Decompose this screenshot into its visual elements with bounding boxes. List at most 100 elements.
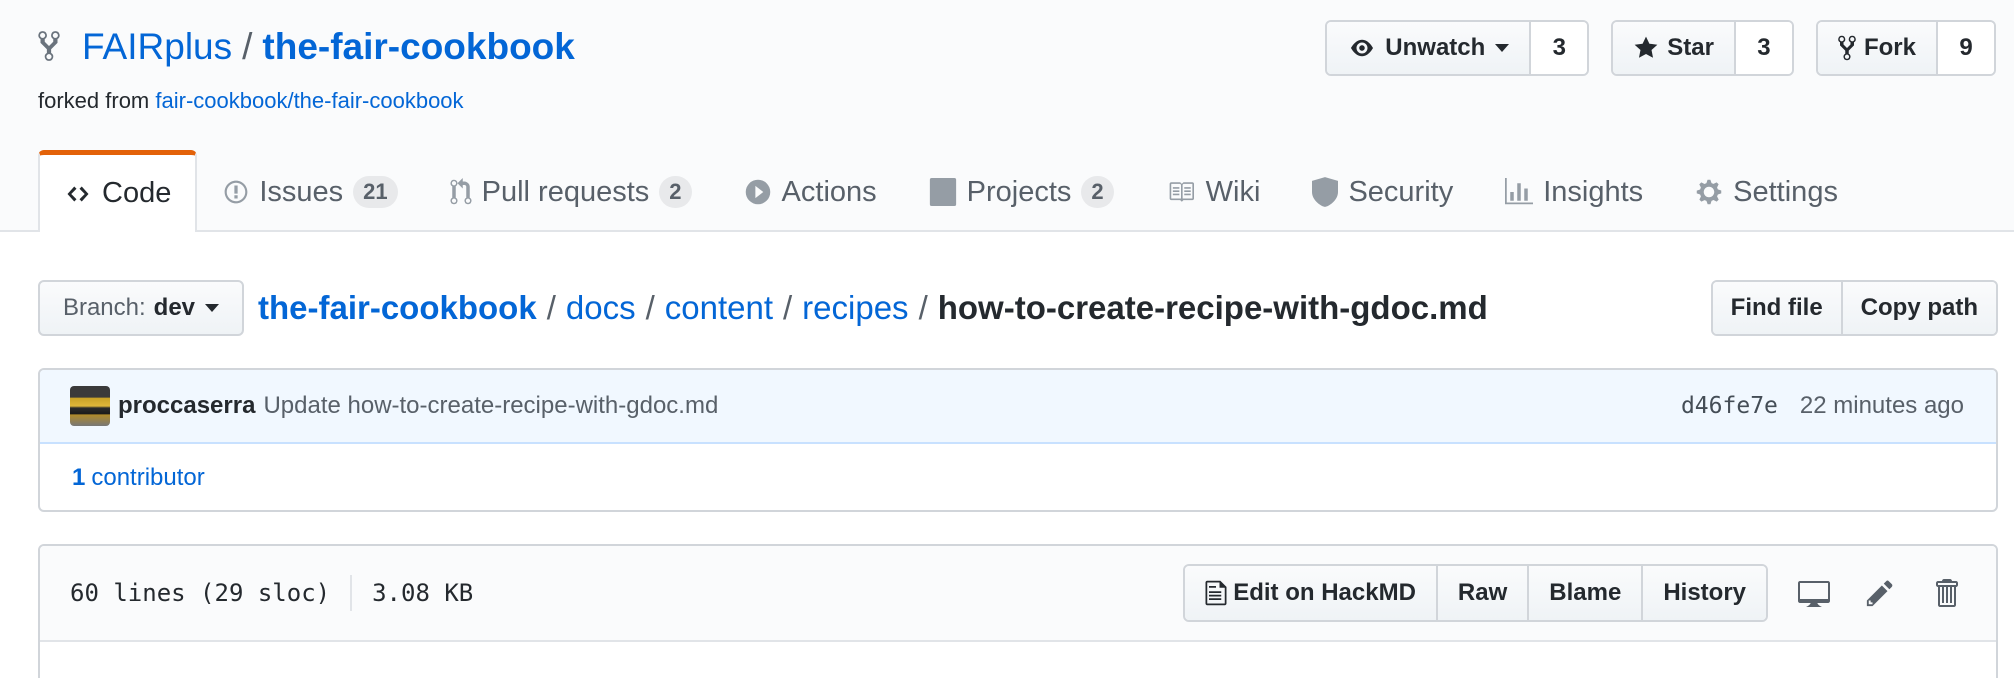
graph-icon <box>1505 178 1534 205</box>
breadcrumb-current-file: how-to-create-recipe-with-gdoc.md <box>937 289 1488 326</box>
contributors-label: contributor <box>91 464 205 491</box>
commit-message-link[interactable]: Update how-to-create-recipe-with-gdoc.md <box>263 392 718 420</box>
tab-projects-label: Projects <box>966 175 1072 208</box>
file-info: 60 lines (29 sloc) 3.08 KB <box>70 575 473 611</box>
forked-from-note: forked from fair-cookbook/the-fair-cookb… <box>38 88 464 114</box>
desktop-icon[interactable] <box>1794 573 1834 613</box>
watch-group: Unwatch 3 <box>1325 20 1590 76</box>
repo-title: FAIRplus / the-fair-cookbook <box>38 22 575 72</box>
tab-pull-requests[interactable]: Pull requests 2 <box>424 150 718 232</box>
tab-projects[interactable]: Projects 2 <box>903 150 1140 232</box>
commit-author-link[interactable]: proccaserra <box>118 392 255 420</box>
tab-pull-requests-label: Pull requests <box>481 175 650 208</box>
history-button[interactable]: History <box>1641 566 1766 620</box>
find-file-button[interactable]: Find file <box>1712 282 1841 334</box>
forked-from-prefix: forked from <box>38 88 150 113</box>
shield-icon <box>1312 177 1339 207</box>
star-group: Star 3 <box>1611 20 1794 76</box>
branch-select-button[interactable]: Branch: dev <box>38 280 244 336</box>
unwatch-button[interactable]: Unwatch <box>1327 22 1532 74</box>
projects-counter: 2 <box>1081 175 1114 209</box>
tab-code-label: Code <box>102 177 172 209</box>
file-actions: Edit on HackMD Raw Blame History <box>1183 564 1966 622</box>
tab-issues[interactable]: Issues 21 <box>197 150 423 232</box>
repo-owner-link[interactable]: FAIRplus <box>82 26 232 68</box>
file-info-divider <box>350 575 353 611</box>
breadcrumb-docs-link[interactable]: docs <box>566 289 636 327</box>
forked-from-link[interactable]: fair-cookbook/the-fair-cookbook <box>155 88 463 113</box>
breadcrumb: the-fair-cookbook / docs / content / rec… <box>258 286 1488 330</box>
breadcrumb-content-link[interactable]: content <box>665 289 773 327</box>
eye-icon <box>1351 39 1374 57</box>
repo-actions: Unwatch 3 Star 3 Fork 9 <box>1325 20 1996 76</box>
chevron-down-icon <box>1495 44 1510 52</box>
contributors-summary[interactable]: 1 contributor <box>40 444 1996 510</box>
repo-header: FAIRplus / the-fair-cookbook forked from… <box>0 0 2014 232</box>
tab-actions[interactable]: Actions <box>718 150 903 232</box>
edit-on-hackmd-label: Edit on HackMD <box>1233 579 1416 606</box>
trash-icon[interactable] <box>1926 573 1966 613</box>
star-button[interactable]: Star <box>1613 22 1736 74</box>
commit-age: 22 minutes ago <box>1799 392 1964 419</box>
avatar[interactable] <box>70 386 110 426</box>
edit-on-hackmd-button[interactable]: Edit on HackMD <box>1185 566 1436 620</box>
book-icon <box>1169 182 1194 202</box>
file-action-buttons: Edit on HackMD Raw Blame History <box>1183 564 1768 622</box>
pull-requests-counter: 2 <box>659 175 692 209</box>
contributors-count: 1 <box>72 464 86 491</box>
breadcrumb-separator: / <box>918 289 928 326</box>
file-icon <box>1205 580 1227 606</box>
code-icon <box>67 186 89 201</box>
file-lines-info: 60 lines (29 sloc) <box>70 579 331 607</box>
copy-path-button[interactable]: Copy path <box>1840 282 1996 334</box>
repo-forked-icon <box>38 29 62 65</box>
tab-insights[interactable]: Insights <box>1479 150 1669 232</box>
stargazers-count[interactable]: 3 <box>1735 22 1792 74</box>
breadcrumb-root-link[interactable]: the-fair-cookbook <box>258 289 537 327</box>
tab-wiki[interactable]: Wiki <box>1140 150 1287 232</box>
repo-title-separator: / <box>242 26 253 67</box>
forks-count[interactable]: 9 <box>1938 22 1994 74</box>
issue-opened-icon <box>224 180 248 204</box>
repo-name-link[interactable]: the-fair-cookbook <box>262 26 574 68</box>
file-header: 60 lines (29 sloc) 3.08 KB Edit on HackM… <box>40 546 1996 642</box>
fork-button[interactable]: Fork <box>1817 22 1938 74</box>
git-pull-request-icon <box>450 178 472 205</box>
raw-button[interactable]: Raw <box>1435 566 1528 620</box>
play-icon <box>745 179 770 205</box>
commit-tease: proccaserra Update how-to-create-recipe-… <box>40 370 1996 444</box>
repo-nav: Code Issues 21 Pull requests 2 Actions P… <box>38 150 1864 232</box>
tab-code[interactable]: Code <box>38 150 198 232</box>
tab-security[interactable]: Security <box>1286 150 1479 232</box>
pencil-icon[interactable] <box>1860 573 1900 613</box>
commit-sha-link[interactable]: d46fe7e <box>1681 393 1778 419</box>
tab-settings[interactable]: Settings <box>1669 150 1864 232</box>
chevron-down-icon <box>205 304 220 312</box>
commit-box: proccaserra Update how-to-create-recipe-… <box>38 368 1998 512</box>
breadcrumb-recipes-link[interactable]: recipes <box>802 289 908 327</box>
gear-icon <box>1696 179 1722 205</box>
repo-forked-icon <box>1838 35 1856 61</box>
commit-meta: d46fe7e 22 minutes ago <box>1681 392 1964 420</box>
breadcrumb-separator: / <box>783 289 793 326</box>
issues-counter: 21 <box>353 175 398 209</box>
watchers-count[interactable]: 3 <box>1531 22 1588 74</box>
star-icon <box>1634 36 1658 58</box>
project-icon <box>929 178 956 206</box>
blame-button[interactable]: Blame <box>1527 566 1642 620</box>
tab-settings-label: Settings <box>1733 175 1838 208</box>
file-size: 3.08 KB <box>372 579 474 607</box>
file-box: 60 lines (29 sloc) 3.08 KB Edit on HackM… <box>38 544 1998 678</box>
star-label: Star <box>1667 34 1714 61</box>
tab-insights-label: Insights <box>1543 175 1644 208</box>
breadcrumb-separator: / <box>645 289 655 326</box>
tab-security-label: Security <box>1348 175 1454 208</box>
tab-issues-label: Issues <box>259 175 344 208</box>
tab-actions-label: Actions <box>781 175 877 208</box>
file-navigation-buttons: Find file Copy path <box>1710 280 1998 336</box>
tab-wiki-label: Wiki <box>1205 175 1261 208</box>
branch-prefix: Branch: <box>62 294 146 321</box>
branch-name: dev <box>153 294 196 321</box>
fork-group: Fork 9 <box>1815 20 1996 76</box>
fork-label: Fork <box>1863 34 1916 61</box>
